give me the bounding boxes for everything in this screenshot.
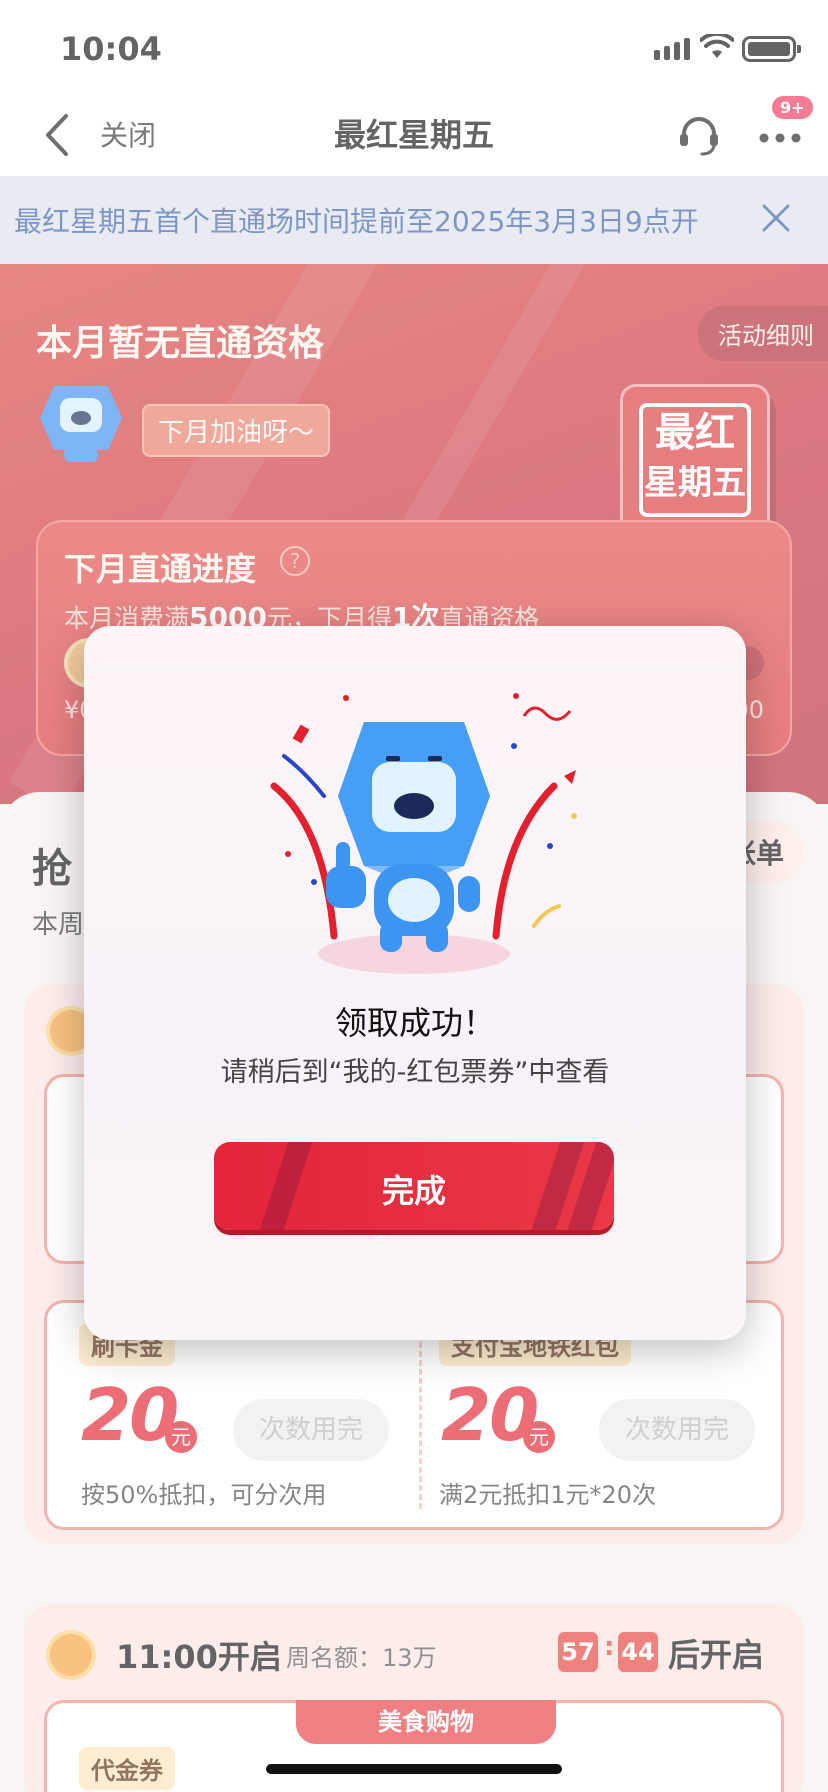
dialog-title: 领取成功！ bbox=[334, 1004, 495, 1042]
dialog-subtitle: 请稍后到“我的-红包票券”中查看 bbox=[220, 1057, 610, 1088]
done-button-label: 完成 bbox=[381, 1172, 446, 1210]
home-indicator[interactable] bbox=[266, 1764, 562, 1774]
mascot-thumbs-up-icon bbox=[270, 693, 577, 974]
done-button[interactable]: 完成 bbox=[214, 1142, 614, 1230]
success-dialog: 领取成功！ 请稍后到“我的-红包票券”中查看 完成 bbox=[84, 626, 746, 1340]
